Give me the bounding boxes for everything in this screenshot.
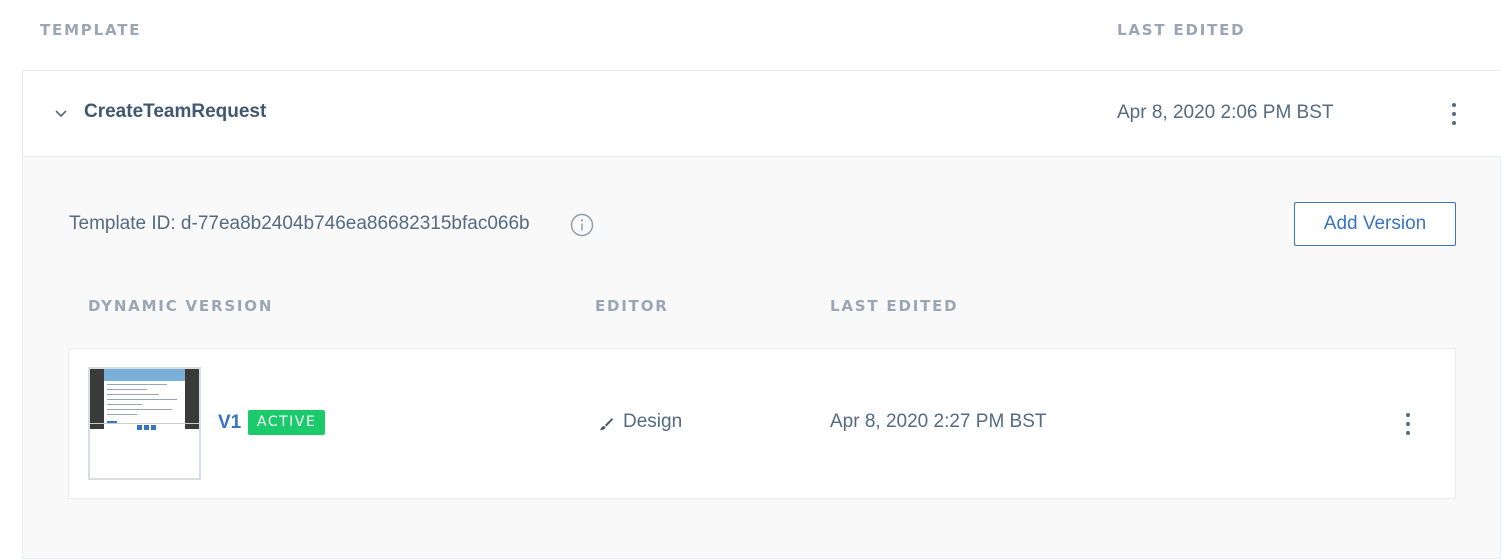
template-last-edited: Apr 8, 2020 2:06 PM BST xyxy=(1117,102,1334,123)
templates-table-header: TEMPLATE LAST EDITED xyxy=(0,0,1501,70)
column-header-template: TEMPLATE xyxy=(40,21,142,39)
version-more-vertical-icon[interactable] xyxy=(1402,406,1414,442)
add-version-button[interactable]: Add Version xyxy=(1294,202,1456,246)
version-name-link[interactable]: V1 xyxy=(218,412,241,434)
template-id: Template ID: d-77ea8b2404b746ea86682315b… xyxy=(69,213,530,234)
template-name[interactable]: CreateTeamRequest xyxy=(84,101,266,123)
version-thumbnail[interactable] xyxy=(88,367,201,480)
column-header-last-edited: LAST EDITED xyxy=(1117,21,1246,39)
brush-icon xyxy=(600,418,613,430)
template-more-vertical-icon[interactable] xyxy=(1448,96,1460,132)
template-summary-row[interactable]: CreateTeamRequest Apr 8, 2020 2:06 PM BS… xyxy=(23,71,1501,157)
chevron-down-icon[interactable] xyxy=(53,105,69,121)
column-header-dynamic-version: DYNAMIC VERSION xyxy=(88,297,274,315)
column-header-editor: EDITOR xyxy=(595,297,669,315)
status-badge: ACTIVE xyxy=(248,410,326,435)
info-icon[interactable] xyxy=(570,213,594,237)
template-card: CreateTeamRequest Apr 8, 2020 2:06 PM BS… xyxy=(22,70,1501,559)
version-last-edited: Apr 8, 2020 2:27 PM BST xyxy=(830,411,1047,432)
version-editor: Design xyxy=(623,411,683,432)
column-header-version-last-edited: LAST EDITED xyxy=(830,297,959,315)
version-row[interactable]: V1 ACTIVE Design Apr 8, 2020 2:27 PM BST xyxy=(68,348,1456,499)
